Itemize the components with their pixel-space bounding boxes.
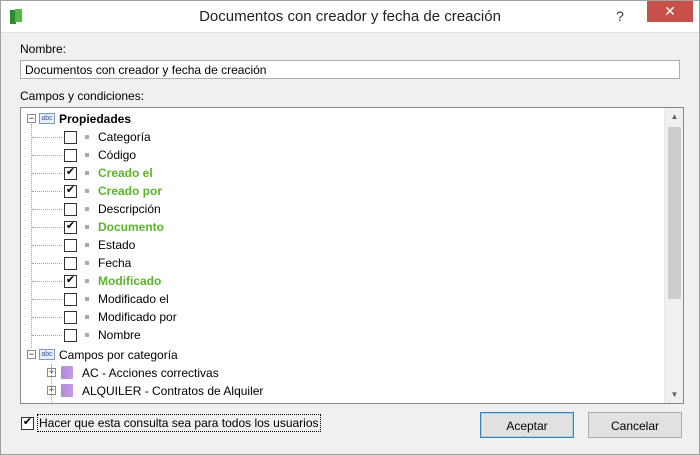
property-label: Documento	[98, 220, 164, 234]
all-users-checkbox[interactable]: ✔	[21, 416, 34, 430]
tree-line	[32, 245, 62, 246]
tree-line	[32, 281, 62, 282]
fields-label: Campos y condiciones:	[20, 89, 145, 103]
tree-line	[32, 299, 62, 300]
field-bullet-icon	[85, 315, 89, 319]
tree-item-category[interactable]: + AC - Acciones correctivas	[21, 364, 661, 382]
tree-item-property[interactable]: ✔ Creado por	[21, 182, 661, 200]
tree-item-property[interactable]: Fecha	[21, 254, 661, 272]
cancel-button[interactable]: Cancelar	[588, 412, 682, 438]
tree-content: − abc Propiedades Categoría Código ✔ Creado…	[21, 108, 664, 403]
property-label: Nombre	[98, 328, 141, 342]
tree-item-property[interactable]: Código	[21, 146, 661, 164]
help-button[interactable]: ?	[607, 6, 633, 26]
tree-item-property[interactable]: Modificado el	[21, 290, 661, 308]
window-title: Documentos con creador y fecha de creaci…	[199, 8, 501, 25]
field-bullet-icon	[85, 225, 89, 229]
field-bullet-icon	[85, 207, 89, 211]
property-label: Modificado	[98, 274, 162, 288]
tree-node-label: Propiedades	[59, 112, 132, 126]
tree-item-property[interactable]: Estado	[21, 236, 661, 254]
tree-line	[32, 173, 62, 174]
scroll-thumb[interactable]	[668, 127, 681, 299]
category-label: AC - Acciones correctivas	[82, 366, 219, 380]
scroll-up-icon[interactable]: ▲	[665, 108, 683, 125]
tree-line	[32, 317, 62, 318]
property-label: Categoría	[98, 130, 151, 144]
property-checkbox[interactable]	[64, 329, 77, 342]
tree-scrollbar[interactable]: ▲ ▼	[664, 108, 683, 403]
property-label: Fecha	[98, 256, 132, 270]
tree-item-property[interactable]: Nombre	[21, 326, 661, 344]
collapse-icon[interactable]: −	[27, 113, 36, 123]
folder-icon	[61, 384, 73, 397]
field-bullet-icon	[85, 333, 89, 337]
tree-node-propiedades[interactable]: − abc Propiedades	[21, 110, 661, 128]
property-checkbox[interactable]	[64, 239, 77, 252]
tree-item-property[interactable]: Modificado por	[21, 308, 661, 326]
property-checkbox[interactable]	[64, 257, 77, 270]
tree-line	[32, 155, 62, 156]
tree-line	[32, 209, 62, 210]
scroll-down-icon[interactable]: ▼	[665, 386, 683, 403]
dialog-window: Documentos con creador y fecha de creaci…	[0, 0, 700, 455]
property-checkbox[interactable]	[64, 149, 77, 162]
tree-line	[51, 364, 52, 403]
property-label: Modificado el	[98, 292, 169, 306]
tree-line	[32, 227, 62, 228]
property-label: Código	[98, 148, 137, 162]
property-checkbox[interactable]	[64, 293, 77, 306]
tree-item-property[interactable]: ✔ Creado el	[21, 164, 661, 182]
title-bar: Documentos con creador y fecha de creaci…	[1, 1, 699, 33]
field-bullet-icon	[85, 243, 89, 247]
property-label: Creado por	[98, 184, 163, 198]
abc-icon: abc	[39, 113, 55, 124]
field-bullet-icon	[85, 135, 89, 139]
all-users-label[interactable]: Hacer que esta consulta sea para todos l…	[37, 414, 321, 432]
accept-button[interactable]: Aceptar	[480, 412, 574, 438]
property-label: Modificado por	[98, 310, 177, 324]
folder-icon	[61, 366, 73, 379]
property-checkbox[interactable]: ✔	[64, 184, 77, 198]
field-bullet-icon	[85, 189, 89, 193]
tree-item-property[interactable]: ✔ Documento	[21, 218, 661, 236]
property-checkbox[interactable]	[64, 203, 77, 216]
property-checkbox[interactable]	[64, 131, 77, 144]
property-label: Estado	[98, 238, 136, 252]
tree-line	[32, 137, 62, 138]
abc-icon: abc	[39, 349, 55, 360]
property-label: Descripción	[98, 202, 161, 216]
tree-node-campos-por-categoria[interactable]: − abc Campos por categoría	[21, 346, 661, 364]
tree-item-property[interactable]: Categoría	[21, 128, 661, 146]
field-bullet-icon	[85, 171, 89, 175]
tree-item-property[interactable]: ✔ Modificado	[21, 272, 661, 290]
category-label: ALQUILER - Contratos de Alquiler	[82, 384, 264, 398]
tree-line	[32, 191, 62, 192]
property-label: Creado el	[98, 166, 153, 180]
tree-line	[31, 124, 32, 348]
property-checkbox[interactable]: ✔	[64, 166, 77, 180]
tree-item-property[interactable]: Descripción	[21, 200, 661, 218]
close-button[interactable]: ✕	[647, 1, 693, 22]
tree-line	[32, 263, 62, 264]
property-checkbox[interactable]: ✔	[64, 274, 77, 288]
field-bullet-icon	[85, 279, 89, 283]
tree-line	[32, 335, 62, 336]
property-checkbox[interactable]: ✔	[64, 220, 77, 234]
property-checkbox[interactable]	[64, 311, 77, 324]
fields-tree[interactable]: − abc Propiedades Categoría Código ✔ Creado…	[20, 107, 684, 404]
field-bullet-icon	[85, 153, 89, 157]
name-label: Nombre:	[20, 42, 67, 56]
field-bullet-icon	[85, 297, 89, 301]
collapse-icon[interactable]: −	[27, 349, 36, 359]
name-field[interactable]	[20, 60, 680, 79]
field-bullet-icon	[85, 261, 89, 265]
tree-node-label: Campos por categoría	[59, 348, 178, 362]
tree-item-category[interactable]: + ALQUILER - Contratos de Alquiler	[21, 382, 661, 400]
